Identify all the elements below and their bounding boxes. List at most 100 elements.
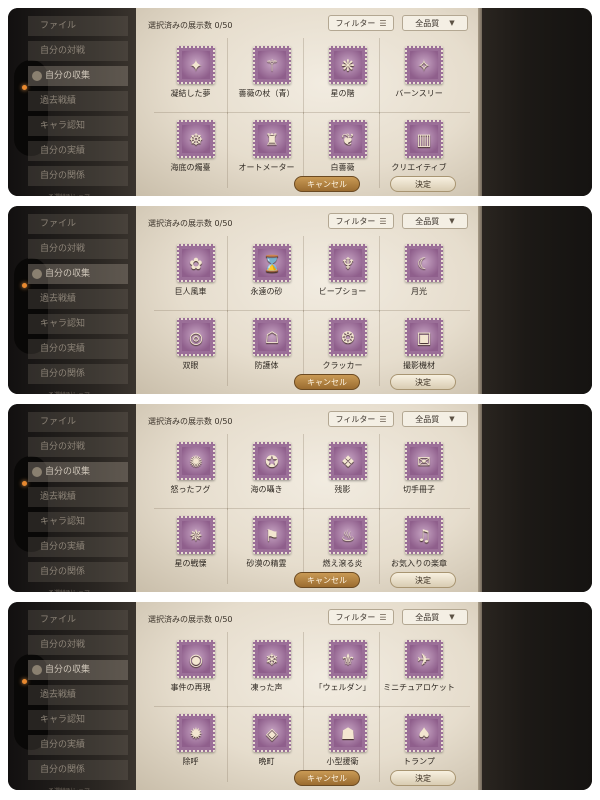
sidebar-item[interactable]: 自分の関係 (28, 364, 128, 384)
sidebar-item[interactable]: 自分の収集 (28, 660, 128, 680)
exhibit-glyph: ❂ (341, 327, 355, 347)
sidebar-item-label: 自分の実績 (40, 740, 86, 750)
exhibit-item[interactable]: ✹ 除呼 (154, 706, 228, 782)
sidebar-item[interactable]: 自分の実績 (28, 735, 128, 755)
exhibit-item[interactable]: ⚜ 「ウェルダン」 (306, 632, 380, 708)
collection-panel: ファイル自分の対戦自分の収集過去戦績キャラ認知自分の実績自分の関係予選特別シェア… (8, 602, 592, 790)
exhibit-item[interactable]: ✧ バーンスリー (382, 38, 456, 114)
sidebar-item[interactable]: 自分の収集 (28, 66, 128, 86)
filter-button[interactable]: フィルター ☰ (328, 609, 394, 625)
exhibit-icon: ☗ (334, 719, 362, 747)
confirm-label: 決定 (415, 179, 431, 189)
quality-dropdown[interactable]: 全品質 ▼ (402, 411, 468, 427)
sidebar-item[interactable]: キャラ認知 (28, 512, 128, 532)
sidebar-item[interactable]: 自分の対戦 (28, 437, 128, 457)
collection-panel: ファイル自分の対戦自分の収集過去戦績キャラ認知自分の実績自分の関係予選特別シェア… (8, 206, 592, 394)
confirm-button[interactable]: 決定 (390, 176, 456, 192)
sidebar-item[interactable]: 過去戦績 (28, 289, 128, 309)
stamp-frame: ♫ (405, 516, 443, 554)
sidebar-item[interactable]: 自分の実績 (28, 537, 128, 557)
sidebar-item[interactable]: 自分の対戦 (28, 239, 128, 259)
exhibit-item[interactable]: ◉ 事件の再現 (154, 632, 228, 708)
stamp-frame: ♨ (329, 516, 367, 554)
exhibit-item[interactable]: ✉ 切手冊子 (382, 434, 456, 510)
sidebar-item[interactable]: 過去戦績 (28, 685, 128, 705)
exhibit-glyph: ✹ (189, 723, 203, 743)
exhibit-item[interactable]: ✪ 海の囁き (230, 434, 304, 510)
exhibit-item[interactable]: ✿ 巨人風車 (154, 236, 228, 312)
quality-label: 全品質 (415, 414, 440, 424)
cancel-button[interactable]: キャンセル (294, 374, 360, 390)
confirm-button[interactable]: 決定 (390, 770, 456, 786)
exhibit-glyph: ♫ (416, 525, 432, 545)
sidebar-item[interactable]: 自分の関係 (28, 166, 128, 186)
exhibit-glyph: ✉ (417, 451, 431, 471)
exhibit-name: 白薔薇 (330, 163, 355, 172)
sidebar-item[interactable]: 自分の関係 (28, 562, 128, 582)
confirm-button[interactable]: 決定 (390, 572, 456, 588)
sidebar-item[interactable]: 自分の対戦 (28, 41, 128, 61)
exhibit-item[interactable]: ✺ 怒ったフグ (154, 434, 228, 510)
exhibit-icon: ✿ (182, 249, 210, 277)
exhibit-name: 海の囁き (250, 485, 283, 494)
sidebar-item[interactable]: ファイル (28, 16, 128, 36)
sidebar-item[interactable]: キャラ認知 (28, 710, 128, 730)
active-indicator-icon (22, 283, 27, 288)
exhibit-item[interactable]: ✵ 星の戦慄 (154, 508, 228, 584)
sidebar-item-label: 自分の対戦 (40, 442, 86, 452)
exhibit-icon: ☾ (410, 249, 438, 277)
exhibit-item[interactable]: ◈ 晩町 (230, 706, 304, 782)
stamp-frame: ⚜ (329, 640, 367, 678)
collection-icon (32, 70, 42, 81)
sidebar-item[interactable]: キャラ認知 (28, 314, 128, 334)
exhibit-item[interactable]: ☸ 海底の燭臺 (154, 112, 228, 188)
sidebar-item-label: 自分の対戦 (40, 46, 86, 56)
cancel-button[interactable]: キャンセル (294, 770, 360, 786)
quality-dropdown[interactable]: 全品質 ▼ (402, 15, 468, 31)
chevron-down-icon: ▼ (449, 415, 455, 423)
sidebar-item[interactable]: 自分の実績 (28, 339, 128, 359)
exhibit-item[interactable]: ⚑ 砂漠の精霊 (230, 508, 304, 584)
exhibit-name: クリエイティブ (391, 163, 447, 172)
sidebar-item[interactable]: ファイル (28, 610, 128, 630)
filter-button[interactable]: フィルター ☰ (328, 411, 394, 427)
exhibit-glyph: ⚚ (264, 55, 280, 75)
exhibit-item[interactable]: ❖ 残影 (306, 434, 380, 510)
exhibit-item[interactable]: ❋ 星の階 (306, 38, 380, 114)
exhibit-item[interactable]: ☾ 月光 (382, 236, 456, 312)
sidebar-item[interactable]: ファイル (28, 214, 128, 234)
cancel-button[interactable]: キャンセル (294, 572, 360, 588)
exhibit-item[interactable]: ◎ 双眼 (154, 310, 228, 386)
cancel-button[interactable]: キャンセル (294, 176, 360, 192)
exhibit-item[interactable]: ⌛ 永遠の砂 (230, 236, 304, 312)
sidebar-item[interactable]: 過去戦績 (28, 91, 128, 111)
filter-button[interactable]: フィルター ☰ (328, 213, 394, 229)
sidebar-item[interactable]: 自分の対戦 (28, 635, 128, 655)
exhibit-item[interactable]: ☖ 防護体 (230, 310, 304, 386)
exhibit-item[interactable]: ❄ 凍った声 (230, 632, 304, 708)
list-icon: ☰ (379, 18, 387, 28)
stamp-frame: ◎ (177, 318, 215, 356)
sidebar-item[interactable]: ファイル (28, 412, 128, 432)
sidebar-item[interactable]: キャラ認知 (28, 116, 128, 136)
exhibit-name: 凍った声 (250, 683, 283, 692)
filter-button[interactable]: フィルター ☰ (328, 15, 394, 31)
exhibit-item[interactable]: ✈ ミニチュアロケット (382, 632, 456, 708)
sidebar-item[interactable]: 過去戦績 (28, 487, 128, 507)
quality-dropdown[interactable]: 全品質 ▼ (402, 213, 468, 229)
exhibit-item[interactable]: ♆ ビープショー (306, 236, 380, 312)
exhibit-item[interactable]: ♜ オートメーター (230, 112, 304, 188)
exhibit-item[interactable]: ✦ 凝結した夢 (154, 38, 228, 114)
sidebar-item[interactable]: 自分の関係 (28, 760, 128, 780)
confirm-label: 決定 (415, 773, 431, 783)
exhibit-name: 月光 (411, 287, 427, 296)
sidebar-item[interactable]: 自分の収集 (28, 264, 128, 284)
exhibit-icon: ▥ (410, 125, 438, 153)
exhibit-item[interactable]: ⚚ 薔薇の杖（青） (230, 38, 304, 114)
confirm-button[interactable]: 決定 (390, 374, 456, 390)
exhibit-name: オートメーター (238, 163, 295, 172)
quality-dropdown[interactable]: 全品質 ▼ (402, 609, 468, 625)
cancel-label: キャンセル (307, 377, 347, 387)
sidebar-item[interactable]: 自分の実績 (28, 141, 128, 161)
sidebar-item[interactable]: 自分の収集 (28, 462, 128, 482)
